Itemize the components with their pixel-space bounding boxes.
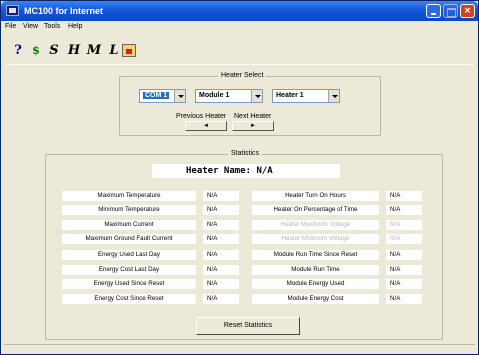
stat-value: N/A (386, 265, 422, 275)
statistics-group: Statistics Heater Name: N/A Maximum Temp… (45, 150, 443, 340)
stat-value: N/A (386, 250, 422, 260)
stat-label: Heater On Percentage of Time (252, 205, 379, 215)
stat-label: Maximum Current (62, 220, 196, 230)
menu-bar: File View Tools Help (1, 21, 478, 34)
previous-heater-button[interactable]: ◄ (185, 121, 227, 131)
h-tool-icon[interactable]: H (66, 43, 82, 59)
stat-label: Minimum Temperature (62, 205, 196, 215)
chevron-down-icon[interactable] (251, 90, 262, 102)
status-divider (4, 344, 475, 345)
statistics-legend: Statistics (228, 150, 263, 157)
heater-select[interactable]: Heater 1 (272, 89, 340, 103)
stat-value: N/A (203, 250, 239, 260)
toolbar-divider (6, 64, 474, 65)
minimize-button[interactable] (426, 4, 441, 18)
chevron-down-icon[interactable] (328, 90, 339, 102)
com-port-select[interactable]: COM 1 (139, 89, 186, 103)
stat-label: Energy Cost Last Day (62, 265, 196, 275)
stat-label: Heater Minimum Voltage (252, 234, 379, 244)
stat-value: N/A (386, 191, 422, 201)
stat-value: N/A (203, 234, 239, 244)
arrow-left-icon: ◄ (203, 123, 209, 129)
s-tool-icon[interactable]: S (46, 43, 62, 59)
title-bar[interactable]: MC100 for Internet × (1, 1, 478, 21)
stat-label: Heater Turn On Hours (252, 191, 379, 201)
stat-value: N/A (203, 265, 239, 275)
menu-file[interactable]: File (5, 23, 16, 30)
stat-value: N/A (203, 279, 239, 289)
stat-value: N/A (203, 220, 239, 230)
l-tool-icon[interactable]: L (106, 43, 122, 59)
heater-select-legend: Heater Select (218, 72, 267, 79)
stat-value: N/A (386, 220, 422, 230)
module-select[interactable]: Module 1 (195, 89, 263, 103)
heater-value: Heater 1 (276, 92, 304, 99)
heater-select-group: Heater Select COM 1 Module 1 Heater 1 Pr… (119, 72, 381, 136)
stat-label: Module Run Time Since Reset (252, 250, 379, 260)
menu-tools[interactable]: Tools (44, 23, 60, 30)
stat-label: Energy Used Since Reset (62, 279, 196, 289)
stat-label: Module Energy Used (252, 279, 379, 289)
window-title: MC100 for Internet (24, 6, 104, 16)
reset-statistics-button[interactable]: Reset Statistics (196, 317, 300, 335)
stat-label: Module Run Time (252, 265, 379, 275)
close-button[interactable]: × (460, 4, 475, 18)
stat-value: N/A (386, 205, 422, 215)
stat-value: N/A (203, 294, 239, 304)
next-heater-button[interactable]: ► (232, 121, 274, 131)
cost-icon[interactable]: $ (28, 43, 44, 59)
application-window: MC100 for Internet × File View Tools Hel… (0, 0, 479, 355)
stat-label: Energy Cost Since Reset (62, 294, 196, 304)
stat-label: Energy Used Last Day (62, 250, 196, 260)
stat-value: N/A (386, 279, 422, 289)
heater-name-display: Heater Name: N/A (152, 164, 340, 178)
stat-value: N/A (386, 294, 422, 304)
stat-label: Module Energy Cost (252, 294, 379, 304)
next-heater-label: Next Heater (234, 113, 272, 120)
stat-label: Maximum Ground Fault Current (62, 234, 196, 244)
module-value: Module 1 (199, 92, 230, 99)
menu-view[interactable]: View (23, 23, 38, 30)
previous-heater-label: Previous Heater (176, 113, 227, 120)
stat-label: Maximum Temperature (62, 191, 196, 201)
stat-value: N/A (386, 234, 422, 244)
com-port-value: COM 1 (143, 92, 170, 99)
maximize-button[interactable] (443, 4, 458, 18)
help-icon[interactable]: ? (10, 43, 26, 59)
m-tool-icon[interactable]: M (86, 43, 102, 59)
app-icon (6, 5, 19, 16)
arrow-right-icon: ► (250, 123, 256, 129)
chevron-down-icon[interactable] (174, 90, 185, 102)
stat-value: N/A (203, 191, 239, 201)
menu-help[interactable]: Help (68, 23, 82, 30)
calendar-icon[interactable] (122, 44, 136, 57)
stat-label: Heater Maximum Voltage (252, 220, 379, 230)
stat-value: N/A (203, 205, 239, 215)
